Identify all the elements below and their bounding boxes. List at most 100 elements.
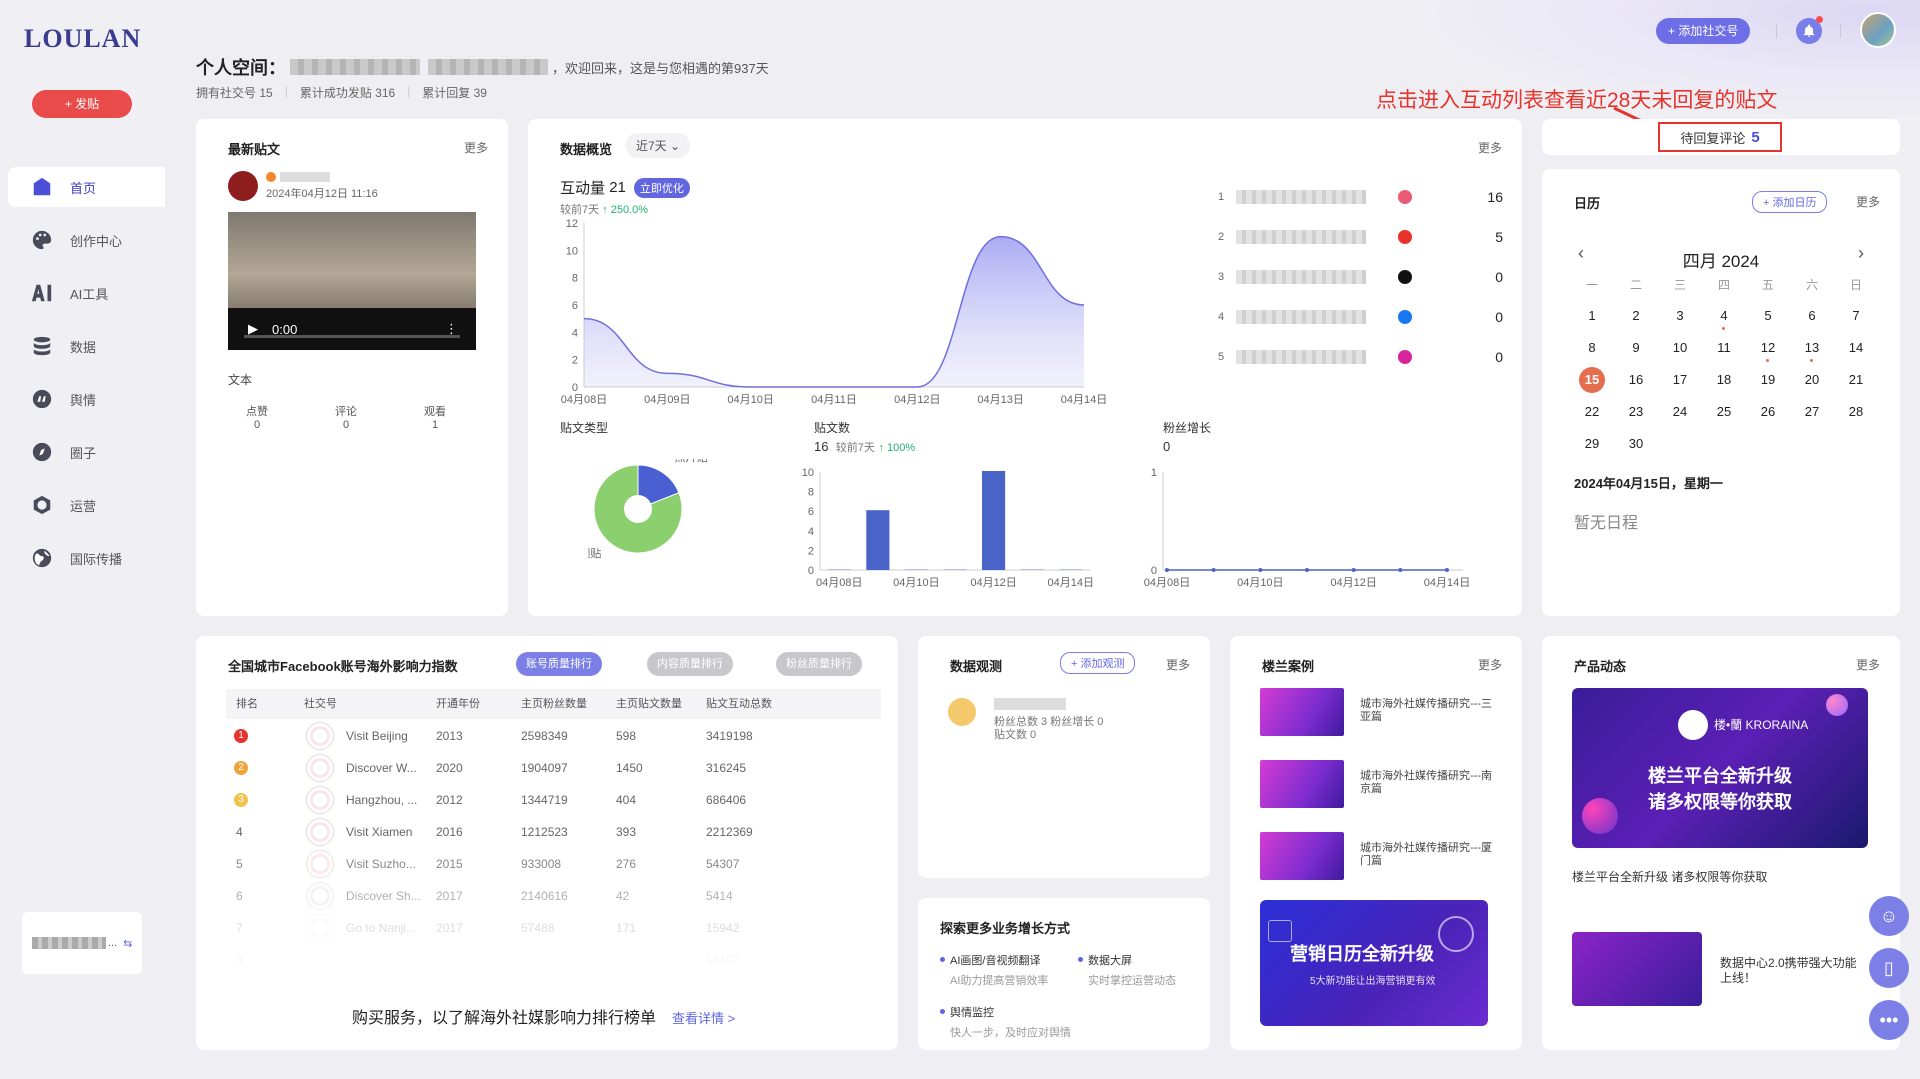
calendar-day[interactable]: 25 (1702, 396, 1746, 428)
calendar-day[interactable]: 8 (1570, 332, 1614, 364)
more-icon[interactable]: ••• (1869, 1000, 1909, 1040)
observe-line: 贴文数 0 (994, 729, 1037, 741)
video-progress[interactable] (244, 335, 460, 338)
calendar-day[interactable]: 20 (1790, 364, 1834, 396)
calendar-day[interactable]: 16 (1614, 364, 1658, 396)
bar (943, 569, 967, 570)
more-link[interactable]: 更多 (1478, 139, 1502, 156)
calendar-day[interactable]: 3 (1658, 300, 1702, 332)
sidebar-item-ai[interactable]: AI工具 (8, 273, 165, 313)
pending-replies-button[interactable]: 待回复评论 5 (1658, 122, 1782, 152)
more-link[interactable]: 更多 (1478, 656, 1502, 673)
more-link[interactable]: 更多 (1856, 193, 1880, 210)
sidebar-item-operations[interactable]: 运营 (8, 485, 165, 525)
view-details-link[interactable]: 查看详情 > (672, 1008, 735, 1027)
calendar-day-number: 13 (1804, 340, 1820, 355)
sidebar-item-home[interactable]: 首页 (8, 167, 165, 207)
table-cell: 2020 (436, 761, 463, 775)
table-row[interactable]: 1 Visit Beijing 2013 2598349 598 3419198 (226, 720, 881, 752)
post-video[interactable]: ▶ 0:00 ⋮ (228, 212, 476, 350)
calendar-day[interactable]: 22 (1570, 396, 1614, 428)
mobile-icon[interactable]: ▯ (1869, 948, 1909, 988)
explore-item-dashboard[interactable]: 数据大屏 实时掌控运营动态 (1078, 952, 1176, 988)
tab-fans-quality[interactable]: 粉丝质量排行 (776, 652, 862, 676)
calendar-day[interactable]: 28 (1834, 396, 1878, 428)
calendar-day[interactable]: 30 (1614, 428, 1658, 460)
calendar-day[interactable]: 27 (1790, 396, 1834, 428)
add-observe-button[interactable]: + 添加观测 (1060, 652, 1136, 674)
account-switch-card[interactable]: ... ⇆ (22, 912, 142, 974)
calendar-day[interactable]: 2 (1614, 300, 1658, 332)
post-button[interactable]: + 发贴 (32, 90, 132, 118)
calendar-day[interactable]: 11 (1702, 332, 1746, 364)
tab-content-quality[interactable]: 内容质量排行 (647, 652, 733, 676)
calendar-day[interactable]: 4 (1702, 300, 1746, 332)
calendar-day[interactable]: 13 (1790, 332, 1834, 364)
product-second-title[interactable]: 数据中心2.0携带强大功能上线！ (1720, 956, 1860, 986)
case-item[interactable]: 城市海外社媒传播研究---南京篇 (1260, 760, 1500, 810)
add-social-button[interactable]: + 添加社交号 (1656, 18, 1751, 44)
explore-item-sentiment[interactable]: 舆情监控 快人一步，及时应对舆情 (940, 1004, 1071, 1040)
sidebar-item-international[interactable]: 国际传播 (8, 538, 165, 578)
product-thumbnail[interactable] (1572, 932, 1702, 1006)
more-link[interactable]: 更多 (1166, 656, 1190, 673)
calendar-day[interactable]: 29 (1570, 428, 1614, 460)
table-row[interactable]: 5 Visit Suzho... 2015 933008 276 54307 (226, 848, 881, 880)
tab-account-quality[interactable]: 账号质量排行 (516, 652, 602, 676)
sidebar-item-creation[interactable]: 创作中心 (8, 220, 165, 260)
calendar-day[interactable]: 18 (1702, 364, 1746, 396)
calendar-day[interactable]: 10 (1658, 332, 1702, 364)
latest-post-card: 最新贴文 更多 2024年04月12日 11:16 ▶ 0:00 ⋮ 文本 点赞… (196, 119, 508, 616)
y-tick-label: 0 (572, 382, 578, 394)
y-tick-label: 6 (808, 506, 814, 518)
ranking-row[interactable]: 25 (1218, 217, 1503, 257)
sidebar-item-circle[interactable]: 圈子 (8, 432, 165, 472)
pie-label: 照片贴 (675, 459, 708, 464)
calendar-day-number: 29 (1584, 436, 1600, 451)
switch-icon[interactable]: ⇆ (123, 937, 132, 950)
more-link[interactable]: 更多 (1856, 656, 1880, 673)
calendar-day[interactable]: 9 (1614, 332, 1658, 364)
table-row[interactable]: 3 Hangzhou, ... 2012 1344719 404 686406 (226, 784, 881, 816)
optimize-button[interactable]: 立即优化 (633, 177, 690, 198)
marketing-calendar-banner[interactable]: 营销日历全新升级 5大新功能让出海营销更有效 (1260, 900, 1488, 1026)
ranking-row[interactable]: 50 (1218, 337, 1503, 377)
calendar-day[interactable]: 24 (1658, 396, 1702, 428)
range-select[interactable]: 近7天 ⌄ (626, 133, 691, 158)
ranking-row[interactable]: 1 16 (1218, 177, 1503, 217)
calendar-day[interactable]: 17 (1658, 364, 1702, 396)
column-header: 主页粉丝数量 (521, 698, 587, 710)
app-logo[interactable]: LOULAN (24, 24, 141, 54)
more-link[interactable]: 更多 (464, 139, 488, 156)
post-count-title: 贴文数 (814, 421, 851, 435)
table-cell: 54307 (706, 857, 740, 871)
ranking-row[interactable]: 30 (1218, 257, 1503, 297)
table-cell: 393 (616, 825, 637, 839)
card-title: 数据观测 (950, 659, 1003, 674)
user-avatar[interactable] (1860, 12, 1896, 48)
sidebar-item-data[interactable]: 数据 (8, 326, 165, 366)
calendar-day[interactable]: 21 (1834, 364, 1878, 396)
table-row[interactable]: 2 Discover W... 2020 1904097 1450 316245 (226, 752, 881, 784)
robot-icon[interactable]: ☺ (1869, 896, 1909, 936)
case-item[interactable]: 城市海外社媒传播研究---厦门篇 (1260, 832, 1500, 882)
add-calendar-button[interactable]: + 添加日历 (1752, 191, 1828, 213)
calendar-day[interactable]: 14 (1834, 332, 1878, 364)
calendar-day[interactable]: 12 (1746, 332, 1790, 364)
calendar-day[interactable]: 7 (1834, 300, 1878, 332)
calendar-day[interactable]: 23 (1614, 396, 1658, 428)
product-banner[interactable]: 楼•蘭 KRORAINA 楼兰平台全新升级 诸多权限等你获取 (1572, 688, 1868, 848)
product-caption[interactable]: 楼兰平台全新升级 诸多权限等你获取 (1572, 868, 1767, 885)
sidebar-item-sentiment[interactable]: 舆情 (8, 379, 165, 419)
calendar-day[interactable]: 1 (1570, 300, 1614, 332)
calendar-day[interactable]: 26 (1746, 396, 1790, 428)
calendar-day[interactable]: 6 (1790, 300, 1834, 332)
table-row[interactable]: 4 Visit Xiamen 2016 1212523 393 2212369 (226, 816, 881, 848)
explore-item-ai[interactable]: AI画图/音视频翻译 AI助力提高营销效率 (940, 952, 1048, 988)
explore-card: 探索更多业务增长方式 AI画图/音视频翻译 AI助力提高营销效率 数据大屏 实时掌控… (918, 898, 1210, 1050)
ranking-row[interactable]: 40 (1218, 297, 1503, 337)
calendar-day[interactable]: 15 (1570, 364, 1614, 396)
calendar-day[interactable]: 19 (1746, 364, 1790, 396)
calendar-day[interactable]: 5 (1746, 300, 1790, 332)
case-item[interactable]: 城市海外社媒传播研究---三亚篇 (1260, 688, 1500, 738)
